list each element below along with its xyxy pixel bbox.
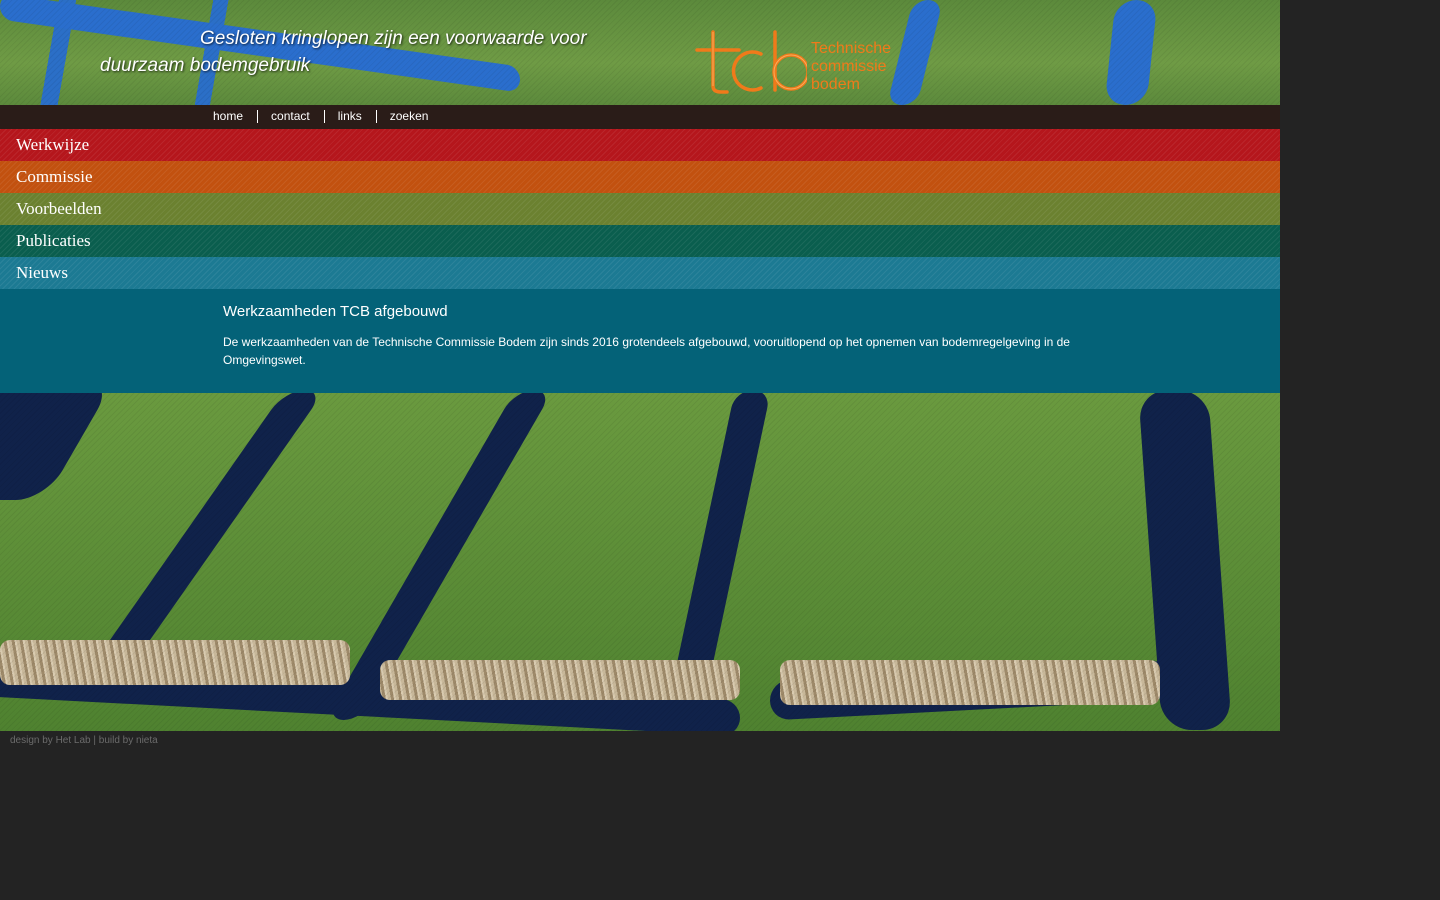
topnav-item-home[interactable]: home xyxy=(200,110,257,123)
top-navigation: home contact links zoeken xyxy=(0,105,1280,129)
news-title: Werkzaamheden TCB afgebouwd xyxy=(223,303,448,320)
footer-credits[interactable]: design by Het Lab | build by nieta xyxy=(10,735,158,746)
topnav-item-zoeken[interactable]: zoeken xyxy=(375,110,443,123)
topnav-item-links[interactable]: links xyxy=(323,110,376,123)
menu-item-publicaties[interactable]: Publicaties xyxy=(0,225,1280,257)
news-panel: Werkzaamheden TCB afgebouwd De werkzaamh… xyxy=(0,289,1280,393)
menu-item-werkwijze[interactable]: Werkwijze xyxy=(0,129,1280,161)
tcb-logo-mark xyxy=(695,30,807,94)
topnav-item-contact[interactable]: contact xyxy=(257,110,324,123)
tcb-logo[interactable]: Technische commissie bodem xyxy=(695,28,910,98)
tcb-logo-wordmark: Technische commissie bodem xyxy=(811,40,891,94)
menu-item-commissie[interactable]: Commissie xyxy=(0,161,1280,193)
menu-item-voorbeelden[interactable]: Voorbeelden xyxy=(0,193,1280,225)
logo-line-1: Technische xyxy=(811,40,892,57)
logo-line-2: commissie xyxy=(811,58,887,75)
menu-item-nieuws[interactable]: Nieuws xyxy=(0,257,1280,289)
news-body: De werkzaamheden van de Technische Commi… xyxy=(223,335,1070,367)
main-menu: Werkwijze Commissie Voorbeelden Publicat… xyxy=(0,129,1280,289)
logo-line-3: bodem xyxy=(811,76,860,93)
site-tagline: Gesloten kringlopen zijn een voorwaarde … xyxy=(100,28,587,76)
site: Gesloten kringlopen zijn een voorwaarde … xyxy=(0,0,1280,731)
